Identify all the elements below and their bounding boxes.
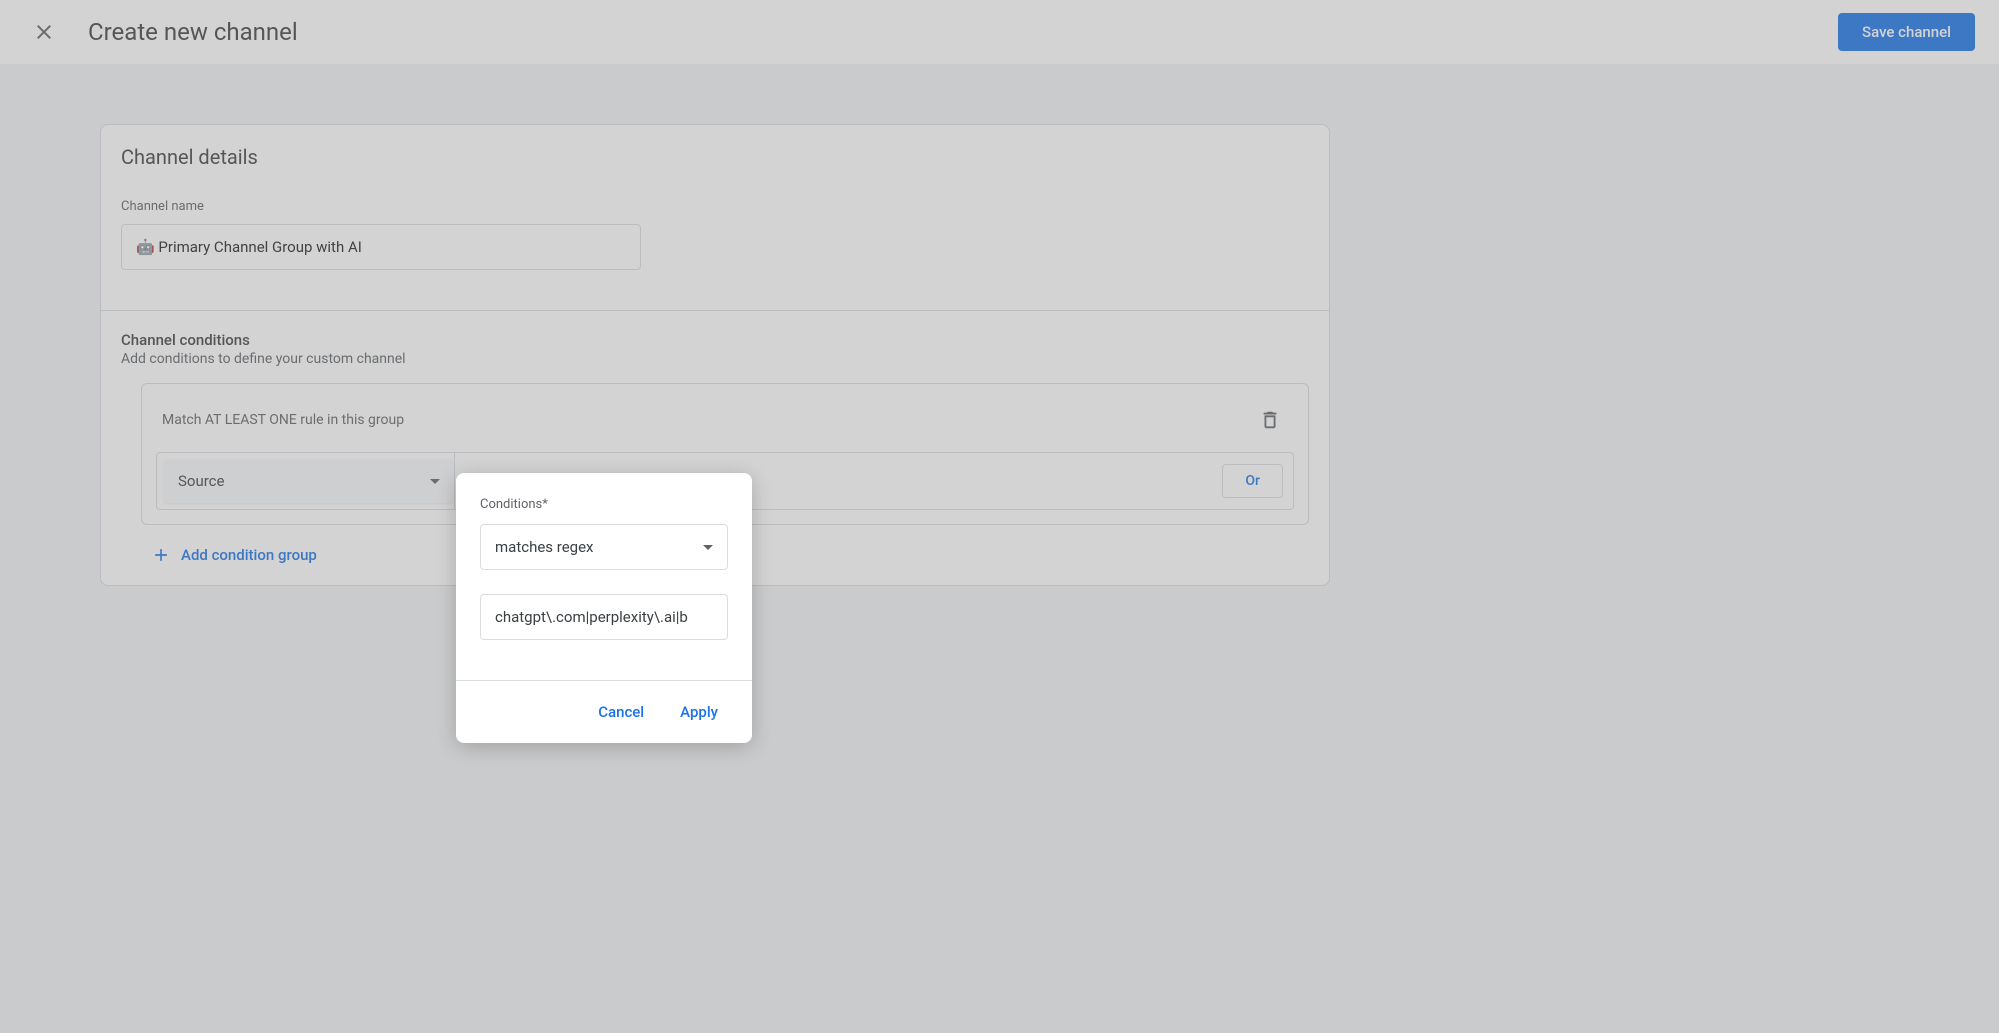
match-type-value: matches regex bbox=[495, 538, 593, 556]
match-type-dropdown[interactable]: matches regex bbox=[480, 524, 728, 570]
regex-input[interactable] bbox=[480, 594, 728, 640]
cancel-button[interactable]: Cancel bbox=[584, 695, 658, 729]
modal-footer: Cancel Apply bbox=[456, 680, 752, 743]
apply-button[interactable]: Apply bbox=[666, 695, 732, 729]
conditions-modal-label: Conditions* bbox=[480, 497, 728, 512]
conditions-modal: Conditions* matches regex Cancel Apply bbox=[456, 473, 752, 743]
chevron-down-icon bbox=[703, 545, 713, 550]
modal-scrim[interactable] bbox=[0, 0, 1999, 1033]
